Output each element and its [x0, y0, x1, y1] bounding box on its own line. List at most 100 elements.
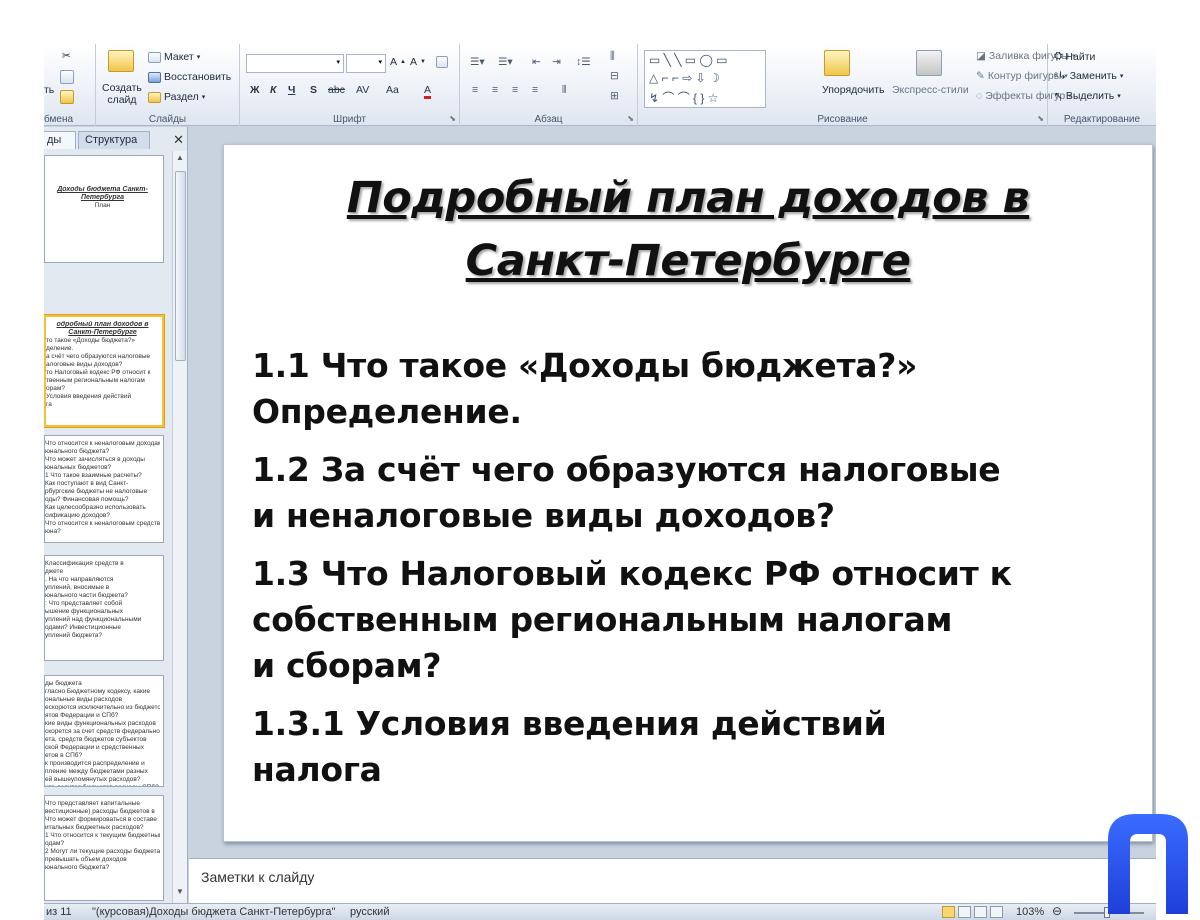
shrink-font-icon[interactable]: A ▼: [410, 56, 426, 68]
thumbnail-text-line: Что представляет капитальные: [45, 800, 140, 807]
slide-bullet-3: 1.3 Что Налоговый кодекс РФ относит к соб…: [252, 551, 1132, 689]
slides-panel: ды Структура ✕ Доходы бюджета Санкт- Пете…: [44, 127, 188, 903]
slideshow-view-icon[interactable]: [990, 906, 1003, 918]
tab-slides[interactable]: ды: [44, 131, 76, 149]
reading-view-icon[interactable]: [974, 906, 987, 918]
slide-title[interactable]: Подробный план доходов в Санкт-Петербург…: [244, 167, 1132, 293]
slide-thumbnail-2[interactable]: одробный план доходов в Санкт-Петербурге т…: [44, 315, 164, 427]
paragraph-dialog-launcher-icon[interactable]: ⬊: [627, 114, 634, 123]
font-dialog-launcher-icon[interactable]: ⬊: [449, 114, 456, 123]
char-spacing-button[interactable]: AV: [356, 84, 369, 96]
thumbnail-text-line: План: [94, 202, 111, 209]
change-case-button[interactable]: Aa: [386, 84, 399, 96]
font-family-select[interactable]: ▾: [246, 54, 344, 73]
increase-indent-icon[interactable]: ⇥: [552, 56, 561, 68]
language-indicator[interactable]: русский: [350, 906, 389, 918]
reset-button[interactable]: Восстановить: [148, 71, 231, 83]
quick-styles-icon[interactable]: [916, 50, 942, 76]
thumbnails-scrollbar[interactable]: ▲ ▼: [172, 151, 187, 903]
font-color-button[interactable]: A: [424, 84, 432, 99]
scrollbar-thumb[interactable]: [175, 171, 186, 361]
font-size-select[interactable]: ▾: [346, 54, 386, 73]
columns-icon[interactable]: ⫴: [562, 84, 566, 97]
slide-body[interactable]: 1.1 Что такое «Доходы бюджета?» Определен…: [252, 343, 1132, 805]
thumbnail-text-line: юнального части бюджета?: [45, 592, 128, 599]
align-left-icon[interactable]: ≡: [472, 84, 478, 96]
bold-button[interactable]: Ж: [250, 84, 260, 96]
justify-icon[interactable]: ≡: [532, 84, 538, 96]
thumbnail-text-line: твенным региональным налогам: [46, 377, 145, 384]
clipboard-group-label: бмена: [44, 114, 74, 125]
slide-thumbnail-6[interactable]: Что представляет капитальные вестиционные…: [44, 795, 164, 901]
section-button[interactable]: Раздел ▾: [148, 91, 205, 103]
slide-bullet-line: 1.1 Что такое «Доходы бюджета?»: [252, 346, 918, 385]
arrange-icon[interactable]: [824, 50, 850, 76]
pen-icon: ✎: [976, 70, 985, 82]
thumbnail-text-line: Санкт-Петербурге: [68, 329, 137, 336]
slide-thumbnail-4[interactable]: Классификация средств в джете. На что нап…: [44, 555, 164, 661]
quick-styles-button[interactable]: Экспресс-стили: [892, 84, 969, 96]
scroll-up-icon[interactable]: ▲: [176, 153, 184, 162]
thumbnail-text-line: ды бюджета: [45, 680, 82, 687]
thumbnail-text-line: пление между бюджетами разных: [45, 768, 148, 775]
numbering-icon[interactable]: ☰▾: [498, 56, 513, 68]
close-panel-icon[interactable]: ✕: [173, 132, 184, 148]
paste-button[interactable]: ть: [44, 84, 54, 96]
bullets-icon[interactable]: ☰▾: [470, 56, 485, 68]
select-label: Выделить: [1065, 90, 1115, 102]
thumbnail-text-line: рбургские бюджеты не налоговые: [45, 488, 148, 495]
copy-icon[interactable]: [60, 70, 74, 84]
align-right-icon[interactable]: ≡: [512, 84, 518, 96]
zoom-out-icon[interactable]: ⊖: [1052, 904, 1062, 918]
zoom-level[interactable]: 103%: [1016, 906, 1044, 918]
tab-outline[interactable]: Структура: [78, 131, 150, 149]
underline-button[interactable]: Ч: [288, 84, 295, 96]
find-label: Найти: [1065, 50, 1096, 63]
arrange-button[interactable]: Упорядочить: [822, 84, 884, 96]
thumbnail-text-line: етов в СПб?: [45, 752, 83, 759]
line-spacing-icon[interactable]: ↕☰: [576, 56, 591, 68]
powerpoint-window: ✂ ть бмена Создать слайд Макет ▾ Восстано…: [44, 44, 1156, 920]
new-slide-button[interactable]: Создать слайд: [102, 82, 142, 106]
italic-button[interactable]: К: [270, 84, 276, 96]
thumbnail-text-line: джете: [45, 568, 64, 575]
align-text-icon[interactable]: ⊟: [610, 70, 619, 82]
slide-thumbnail-1[interactable]: Доходы бюджета Санкт- Петербурга План: [44, 155, 164, 263]
thumbnail-text-line: Как поступают в вид Санкт-: [45, 480, 129, 487]
slide-thumbnail-3[interactable]: Что относится к неналоговым доходам юналь…: [44, 435, 164, 543]
replace-button[interactable]: ᵃ↳ Заменить ▾: [1054, 70, 1123, 82]
slide-canvas[interactable]: Подробный план доходов в Санкт-Петербург…: [223, 144, 1153, 842]
thumbnail-text-line: что делится бюджетов расходы СПб?: [45, 784, 160, 786]
find-button[interactable]: ⛭ Найти: [1054, 50, 1095, 63]
select-button[interactable]: ↖ Выделить ▾: [1054, 90, 1121, 102]
clear-format-icon[interactable]: [436, 56, 448, 68]
align-center-icon[interactable]: ≡: [492, 84, 498, 96]
normal-view-icon[interactable]: [942, 906, 955, 918]
scroll-down-icon[interactable]: ▼: [176, 887, 184, 896]
strikethrough-button[interactable]: abc: [328, 84, 345, 96]
text-direction-icon[interactable]: ⫼: [610, 50, 615, 63]
thumbnail-text-line: Что относится к неналоговым средств: [45, 520, 160, 527]
grow-font-icon[interactable]: A ▲: [390, 56, 406, 68]
smartart-icon[interactable]: ⊞: [610, 90, 619, 102]
notes-placeholder: Заметки к слайду: [201, 869, 315, 885]
slide-thumbnail-5[interactable]: ды бюджета гласно Бюджетному кодексу, как…: [44, 675, 164, 787]
cut-icon[interactable]: ✂: [62, 50, 71, 62]
thumbnail-text-line: скорется за счет средств федерального: [45, 728, 160, 735]
drawing-dialog-launcher-icon[interactable]: ⬊: [1037, 114, 1044, 123]
thumbnail-text-line: ональные виды расходов: [45, 696, 123, 703]
notes-pane[interactable]: Заметки к слайду: [189, 858, 1156, 903]
shadow-button[interactable]: S: [310, 84, 317, 96]
decrease-indent-icon[interactable]: ⇤: [532, 56, 541, 68]
slide-sorter-view-icon[interactable]: [958, 906, 971, 918]
panel-tabs: ды Структура ✕: [44, 129, 187, 149]
layout-button[interactable]: Макет ▾: [148, 51, 200, 63]
new-slide-icon[interactable]: [108, 50, 134, 72]
thumbnail-text-line: юнальных бюджетов?: [45, 464, 112, 471]
thumbnail-text-line: а счёт чего образуются налоговые: [46, 353, 151, 360]
thumbnail-text-line: Что относится к неналоговым доходам: [45, 440, 160, 447]
thumbnail-text-line: ской Федерации и средственных: [45, 744, 144, 751]
format-painter-icon[interactable]: [60, 90, 74, 104]
shapes-gallery[interactable]: ▭ ╲ ╲ ▭ ◯ ▭ △ ⌐ ⌐ ⇨ ⇩ ☽ ↯ ⌒ ⌒ { } ☆: [644, 50, 766, 108]
thumbnail-text-line: деление.: [46, 345, 74, 352]
